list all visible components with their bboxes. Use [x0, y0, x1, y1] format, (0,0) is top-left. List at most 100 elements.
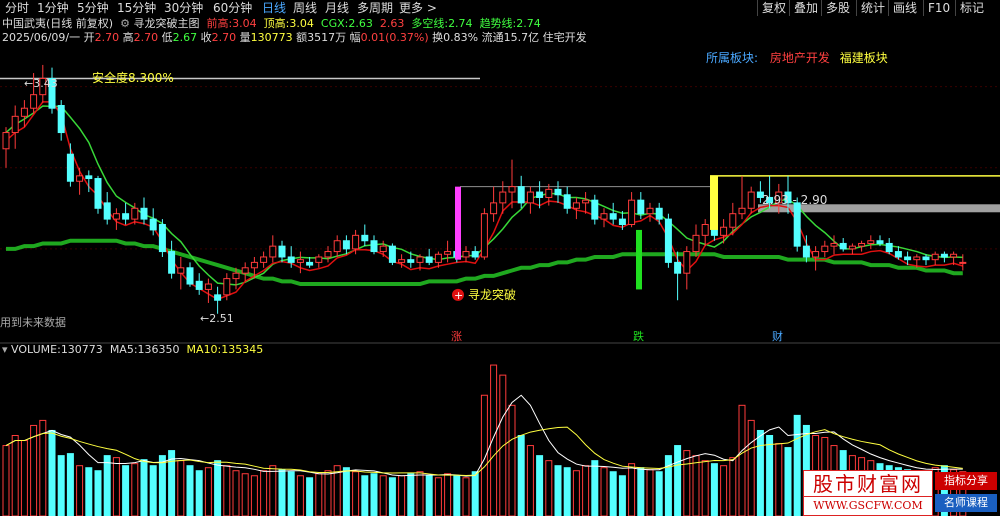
volume-bar	[793, 414, 801, 516]
breakout-plus: +	[454, 289, 463, 302]
volume-bar	[315, 473, 323, 516]
candle-body	[618, 218, 626, 226]
volume-bar	[536, 455, 544, 516]
watermark-tag-course[interactable]: 名师课程	[935, 494, 997, 512]
candle-body	[876, 240, 884, 244]
period-5min[interactable]: 5分钟	[77, 0, 109, 16]
volume-bar	[260, 470, 268, 516]
volume-bar	[517, 435, 525, 516]
volume-bar	[103, 455, 111, 516]
candle-body	[628, 199, 636, 226]
candle-body	[324, 251, 332, 258]
candle-body	[867, 240, 875, 244]
period-multi[interactable]: 多周期	[357, 0, 393, 16]
candle-body	[186, 267, 194, 285]
volume-bar	[490, 364, 498, 516]
volume-bar	[223, 465, 231, 516]
candle-body	[655, 207, 663, 220]
tool-duogu[interactable]: 多股	[821, 0, 854, 16]
tool-diejia[interactable]: 叠加	[789, 0, 822, 16]
candle-body	[646, 207, 654, 215]
tool-fuquan[interactable]: 复权	[757, 0, 790, 16]
volume-bar	[720, 465, 728, 516]
tool-huaxian[interactable]: 画线	[888, 0, 921, 16]
period-monthly[interactable]: 月线	[325, 0, 349, 16]
period-daily[interactable]: 日线	[262, 0, 286, 16]
candle-body	[416, 256, 424, 263]
candle-body	[269, 245, 277, 258]
future-data-note: 用到未来数据	[0, 316, 66, 329]
range-label: 2.93 - 2.90	[762, 193, 827, 207]
candle-body	[296, 259, 304, 263]
volume-bar	[11, 435, 19, 516]
candle-body	[894, 251, 902, 258]
period-15min[interactable]: 15分钟	[117, 0, 156, 16]
period-more[interactable]: 更多 >	[399, 0, 437, 16]
period-1min[interactable]: 1分钟	[37, 0, 69, 16]
tool-f10[interactable]: F10	[923, 0, 954, 16]
volume-bar	[388, 477, 396, 516]
cgx2-value: 2.63	[379, 17, 405, 30]
candle-body	[508, 186, 516, 193]
volume-bar	[398, 475, 406, 516]
sector-realestate[interactable]: 房地产开发	[770, 51, 830, 65]
volume-bar	[756, 429, 764, 516]
indicator-name[interactable]: 寻龙突破主图	[133, 17, 199, 30]
volume-bar	[66, 453, 74, 516]
stock-name[interactable]: 中国武夷(日线 前复权)	[2, 17, 113, 30]
volume-bar	[462, 477, 470, 516]
candle-body	[214, 294, 222, 301]
candle-body	[352, 234, 360, 250]
candle-body	[959, 261, 967, 264]
watermark-tag-share[interactable]: 指标分享	[935, 472, 997, 490]
quote-sector: 住宅开发	[542, 31, 587, 44]
candle-body	[30, 94, 38, 109]
period-30min[interactable]: 30分钟	[164, 0, 203, 16]
volume-bar	[444, 473, 452, 516]
period-fenshi[interactable]: 分时	[5, 0, 29, 16]
candle-body	[609, 213, 617, 220]
sector-fujian[interactable]: 福建板块	[840, 51, 888, 65]
quote-float: 15.7亿	[503, 31, 540, 44]
volume-bar	[287, 471, 295, 516]
candle-body	[434, 253, 442, 263]
volume-bar	[729, 457, 737, 516]
kline-chart[interactable]: ←3.43 安全度8.300% ←2.51 2.93 - 2.90 + 寻龙突破涨 跌 财	[0, 0, 1000, 516]
volume-bar	[131, 463, 139, 516]
volume-bar	[48, 429, 56, 516]
period-60min[interactable]: 60分钟	[213, 0, 252, 16]
candle-body	[260, 256, 268, 263]
dinggao-value: 3.04	[289, 17, 314, 30]
candle-body	[66, 153, 74, 182]
gear-icon[interactable]: ⚙	[117, 17, 130, 30]
volume-bar	[76, 465, 84, 516]
candle-body	[122, 213, 130, 220]
volume-bar	[554, 465, 562, 516]
volume-bar	[57, 455, 65, 516]
tool-tongji[interactable]: 统计	[856, 0, 889, 16]
candle-body	[563, 194, 571, 209]
quote-change: 0.01(0.37%)	[360, 31, 429, 44]
tag-die: 跌	[633, 329, 644, 343]
volume-bar	[480, 394, 488, 516]
tool-biaoji[interactable]: 标记	[955, 0, 988, 16]
candle-body	[462, 251, 470, 258]
volume-bar	[425, 475, 433, 516]
candle-body	[140, 207, 148, 220]
candle-body	[683, 251, 691, 274]
sector-label: 所属板块:	[706, 51, 759, 65]
candle-body	[950, 253, 958, 258]
volume-bar	[186, 465, 194, 516]
volume-bar	[545, 460, 553, 516]
watermark-url: WWW.GSCFW.COM	[803, 496, 933, 516]
volume-bar	[701, 460, 709, 516]
candle-body	[720, 226, 728, 236]
qiangao-value: 3.04	[232, 17, 257, 30]
quote-date: 2025/06/09/一	[2, 31, 81, 44]
candle-body	[278, 245, 286, 258]
candle-body	[444, 251, 452, 255]
volume-bar	[582, 465, 590, 516]
candle-body	[379, 245, 387, 253]
period-weekly[interactable]: 周线	[293, 0, 317, 16]
volume-bar	[434, 477, 442, 516]
